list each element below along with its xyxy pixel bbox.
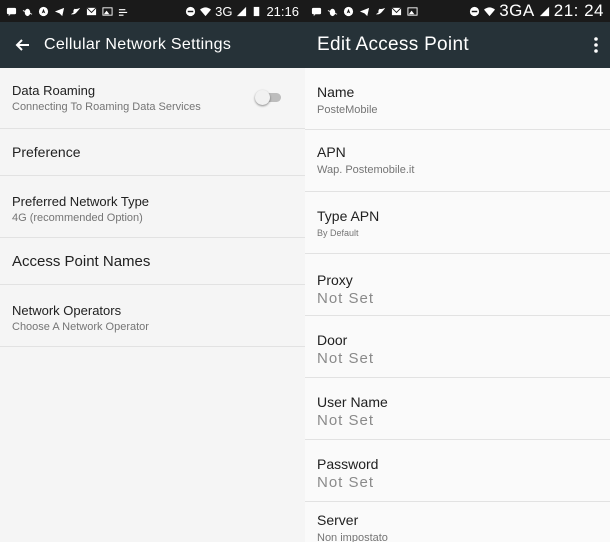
gmail-icon <box>391 7 402 15</box>
clock: 21:16 <box>266 3 299 19</box>
apn-field-server[interactable]: Server Non impostato <box>305 502 610 542</box>
page-title: Cellular Network Settings <box>44 36 232 53</box>
do-not-disturb-icon <box>470 6 480 16</box>
apn-field-username[interactable]: User Name Not Set <box>305 378 610 440</box>
signal-icon <box>237 6 247 16</box>
back-button[interactable] <box>0 37 44 53</box>
back-arrow-icon <box>15 39 29 51</box>
apn-field-proxy[interactable]: Proxy Not Set <box>305 254 610 316</box>
data-roaming-setting[interactable]: Data Roaming Connecting To Roaming Data … <box>0 68 305 129</box>
field-value: Not Set <box>317 350 375 367</box>
wifi-icon <box>200 6 212 16</box>
field-value: Not Set <box>317 290 375 307</box>
preference-header: Preference <box>0 129 305 176</box>
field-label: APN <box>317 144 346 160</box>
network-operators-setting[interactable]: Network Operators Choose A Network Opera… <box>0 285 305 347</box>
preferred-network-type-subtitle: 4G (recommended Option) <box>12 212 143 224</box>
preferred-network-type-setting[interactable]: Preferred Network Type 4G (recommended O… <box>0 176 305 238</box>
network-type: 3G <box>215 3 233 19</box>
right-screen: 3GA 21: 24 Edit Access Point Name PosteM… <box>305 0 610 542</box>
image-icon <box>407 6 418 16</box>
left-screen: 3G 21:16 Cellular Network Settings Data … <box>0 0 305 542</box>
apn-field-name[interactable]: Name PosteMobile <box>305 68 610 130</box>
field-value: Wap. Postemobile.it <box>317 164 415 176</box>
field-value: By Default <box>317 228 359 238</box>
navigation-icon <box>343 6 354 16</box>
toggle-thumb <box>255 90 270 105</box>
message-icon <box>311 7 322 16</box>
apn-field-apn[interactable]: APN Wap. Postemobile.it <box>305 130 610 192</box>
field-label: Server <box>317 512 359 528</box>
data-roaming-toggle[interactable] <box>253 90 283 105</box>
data-roaming-title: Data Roaming <box>12 83 96 98</box>
battery-icon <box>254 6 260 16</box>
field-label: Name <box>317 84 355 100</box>
navigation-icon <box>38 6 49 16</box>
network-operators-subtitle: Choose A Network Operator <box>12 321 149 333</box>
notification-icons <box>6 6 129 17</box>
toolbar: Edit Access Point <box>305 22 610 68</box>
notification-icons <box>311 6 418 17</box>
field-label: Password <box>317 456 379 472</box>
network-operators-title: Network Operators <box>12 303 122 318</box>
access-point-names-setting[interactable]: Access Point Names <box>0 238 305 285</box>
image-icon <box>102 6 113 16</box>
wind-icon <box>118 8 128 16</box>
apn-field-password[interactable]: Password Not Set <box>305 440 610 502</box>
network-type: 3GA <box>499 1 535 20</box>
apn-field-type[interactable]: Type APN By Default <box>305 192 610 254</box>
signal-icon <box>539 6 549 16</box>
toolbar: Cellular Network Settings <box>0 22 305 68</box>
data-roaming-subtitle: Connecting To Roaming Data Services <box>12 101 201 113</box>
overflow-menu-button[interactable] <box>582 37 610 53</box>
bug-icon <box>327 8 338 16</box>
telegram-icon <box>359 7 370 16</box>
field-label: Proxy <box>317 272 353 288</box>
wifi-icon <box>484 6 496 16</box>
telegram-icon <box>54 7 65 16</box>
preference-title: Preference <box>12 144 81 160</box>
status-bar: 3G 21:16 <box>0 0 305 22</box>
field-label: Type APN <box>317 208 380 224</box>
gmail-icon <box>86 7 97 15</box>
field-value: Not Set <box>317 412 375 429</box>
status-right: 3G 21:16 <box>185 4 299 19</box>
access-point-names-title: Access Point Names <box>12 252 151 270</box>
field-label: Door <box>317 332 348 348</box>
page-title: Edit Access Point <box>317 34 469 55</box>
status-right: 3GA 21: 24 <box>469 1 604 21</box>
twitter-icon <box>375 7 386 14</box>
bug-icon <box>22 8 33 16</box>
do-not-disturb-icon <box>186 6 196 16</box>
field-value: Non impostato <box>317 532 388 542</box>
more-vertical-icon <box>594 37 598 53</box>
field-value: PosteMobile <box>317 104 378 116</box>
clock: 21: 24 <box>553 1 604 20</box>
preferred-network-type-title: Preferred Network Type <box>12 194 150 209</box>
apn-field-door[interactable]: Door Not Set <box>305 316 610 378</box>
message-icon <box>6 7 17 16</box>
twitter-icon <box>70 7 81 14</box>
field-label: User Name <box>317 394 388 410</box>
field-value: Not Set <box>317 474 375 491</box>
status-bar: 3GA 21: 24 <box>305 0 610 22</box>
